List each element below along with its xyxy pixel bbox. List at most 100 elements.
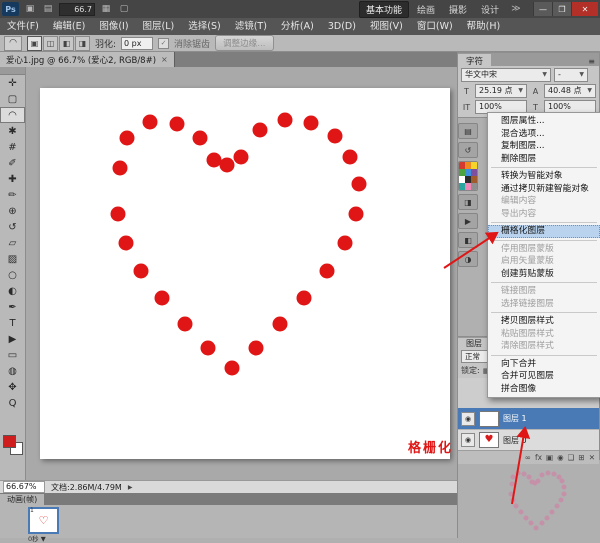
menubar-item[interactable]: 分析(A) <box>274 18 321 35</box>
tab-layers[interactable]: 图层 <box>458 338 490 349</box>
visibility-eye-icon[interactable]: ◉ <box>461 412 475 426</box>
frame-delay-select[interactable]: 0秒 ▼ <box>28 533 46 543</box>
workspace-overflow-button[interactable]: ≫ <box>509 3 523 16</box>
toolbar-grip[interactable] <box>0 67 25 75</box>
document-tab[interactable]: 爱心1.jpg @ 66.7% (爱心2, RGB/8#) × <box>0 52 175 67</box>
layer-thumbnail[interactable]: ♥ <box>479 432 499 448</box>
context-menu-item[interactable]: 编辑内容 <box>488 195 600 208</box>
styles-panel-icon[interactable]: ◨ <box>458 194 478 210</box>
minimize-button[interactable]: — <box>533 2 552 16</box>
status-zoom-input[interactable]: 66.67% <box>3 481 45 493</box>
path-selection-tool[interactable]: ▶ <box>0 331 25 347</box>
actions-panel-icon[interactable]: ▶ <box>458 213 478 229</box>
pen-tool[interactable]: ✒ <box>0 299 25 315</box>
context-menu-item[interactable]: 删除图层 <box>488 153 600 166</box>
context-menu-item[interactable]: 拷贝图层样式 <box>488 315 600 328</box>
context-menu-item[interactable]: 链接图层 <box>488 285 600 298</box>
context-menu-item[interactable]: 导出内容 <box>488 208 600 221</box>
dodge-tool[interactable]: ◐ <box>0 283 25 299</box>
hand-tool[interactable]: ✥ <box>0 379 25 395</box>
menubar-item[interactable]: 3D(D) <box>321 18 363 35</box>
menubar-item[interactable]: 选择(S) <box>181 18 227 35</box>
type-tool[interactable]: T <box>0 315 25 331</box>
blur-tool[interactable]: ○ <box>0 267 25 283</box>
antialias-checkbox[interactable]: ✓ <box>158 38 169 49</box>
font-style-select[interactable]: -▼ <box>554 68 588 82</box>
zoom-level-field[interactable]: 66.7 <box>59 3 95 16</box>
panel-menu-icon[interactable]: ≡ <box>584 57 599 66</box>
context-menu-item[interactable]: 创建剪贴蒙版 <box>488 268 600 281</box>
layer-thumbnail[interactable] <box>479 411 499 427</box>
menubar-item[interactable]: 编辑(E) <box>46 18 92 35</box>
context-menu-item[interactable]: 向下合并 <box>488 358 600 371</box>
clone-stamp-tool[interactable]: ⊕ <box>0 203 25 219</box>
adjustments-panel-icon[interactable]: ◑ <box>458 251 478 267</box>
link-layers-icon[interactable]: ∞ <box>525 453 531 462</box>
context-menu-item[interactable]: 图层属性... <box>488 115 600 128</box>
layer-row-selected[interactable]: ◉ 图层 1 <box>458 408 599 429</box>
selection-mode-icon[interactable]: ◨ <box>75 36 90 51</box>
leading-select[interactable]: 40.48 点▼ <box>544 84 596 98</box>
close-button[interactable]: ✕ <box>571 2 598 16</box>
context-menu-item[interactable]: 混合选项... <box>488 128 600 141</box>
menubar-item[interactable]: 视图(V) <box>363 18 410 35</box>
3d-rotate-tool[interactable]: ◍ <box>0 363 25 379</box>
selection-mode-icon[interactable]: ◫ <box>43 36 58 51</box>
layer-style-icon[interactable]: fx <box>535 453 542 462</box>
context-menu-item[interactable]: 拼合图像 <box>488 383 600 396</box>
tab-character[interactable]: 字符 <box>458 54 491 66</box>
menubar-item[interactable]: 帮助(H) <box>460 18 508 35</box>
brush-tool[interactable]: ✏ <box>0 187 25 203</box>
gradient-tool[interactable]: ▨ <box>0 251 25 267</box>
zoom-tool[interactable]: Q <box>0 395 25 411</box>
swatches-panel-icon[interactable] <box>458 161 478 191</box>
context-menu-item[interactable]: 启用矢量蒙版 <box>488 255 600 268</box>
document-canvas[interactable] <box>40 88 450 459</box>
arrange-documents-icon[interactable]: ▦ <box>99 3 113 16</box>
context-menu-item[interactable]: 停用图层蒙版 <box>488 243 600 256</box>
layer-row[interactable]: ◉ ♥ 图层 0 <box>458 429 599 450</box>
tab-close-icon[interactable]: × <box>161 55 168 64</box>
menubar-item[interactable]: 窗口(W) <box>410 18 460 35</box>
menubar-item[interactable]: 图层(L) <box>136 18 182 35</box>
foreground-color-swatch[interactable] <box>3 435 16 448</box>
menubar-item[interactable]: 滤镜(T) <box>228 18 274 35</box>
context-menu-item[interactable]: 栅格化图层 <box>488 225 600 238</box>
add-layer-mask-icon[interactable]: ▣ <box>546 453 553 462</box>
quick-selection-tool[interactable]: ✱ <box>0 123 25 139</box>
move-tool[interactable]: ✛ <box>0 75 25 91</box>
visibility-eye-icon[interactable]: ◉ <box>461 433 475 447</box>
healing-brush-tool[interactable]: ✚ <box>0 171 25 187</box>
status-flyout-icon[interactable]: ▶ <box>128 484 133 491</box>
workspace-button[interactable]: 基本功能 <box>359 1 409 18</box>
layer-name[interactable]: 图层 0 <box>503 435 527 446</box>
delete-layer-icon[interactable]: ✕ <box>589 453 595 462</box>
workspace-button[interactable]: 绘画 <box>411 2 441 17</box>
screen-mode-icon[interactable]: ▢ <box>117 3 131 16</box>
launch-bridge-icon[interactable]: ▣ <box>23 3 37 16</box>
font-size-select[interactable]: 25.19 点▼ <box>475 84 527 98</box>
font-family-select[interactable]: 华文中宋▼ <box>461 68 551 82</box>
context-menu-item[interactable]: 清除图层样式 <box>488 340 600 353</box>
workspace-button[interactable]: 设计 <box>475 2 505 17</box>
menubar-item[interactable]: 文件(F) <box>0 18 46 35</box>
tab-animation[interactable]: 动画(帧) <box>0 494 44 505</box>
context-menu-item[interactable]: 转换为智能对象 <box>488 170 600 183</box>
context-menu-item[interactable]: 复制图层... <box>488 140 600 153</box>
context-menu-item[interactable]: 合并可见图层 <box>488 370 600 383</box>
active-tool-icon[interactable]: ◠ <box>4 36 22 51</box>
new-group-icon[interactable]: ❑ <box>568 453 575 462</box>
view-extras-icon[interactable]: ▤ <box>41 3 55 16</box>
eyedropper-tool[interactable]: ✐ <box>0 155 25 171</box>
selection-mode-icon[interactable]: ▣ <box>27 36 42 51</box>
layer-name[interactable]: 图层 1 <box>503 413 527 424</box>
menubar-item[interactable]: 图像(I) <box>92 18 135 35</box>
history-panel-icon[interactable]: ↺ <box>458 142 478 158</box>
feather-input[interactable]: 0 px <box>121 37 153 50</box>
context-menu-item[interactable]: 选择链接图层 <box>488 298 600 311</box>
new-adjustment-layer-icon[interactable]: ◉ <box>557 453 564 462</box>
refine-edge-button[interactable]: 调整边缘… <box>215 35 274 51</box>
context-menu-item[interactable]: 粘贴图层样式 <box>488 328 600 341</box>
context-menu-item[interactable]: 通过拷贝新建智能对象 <box>488 183 600 196</box>
masks-panel-icon[interactable]: ◧ <box>458 232 478 248</box>
